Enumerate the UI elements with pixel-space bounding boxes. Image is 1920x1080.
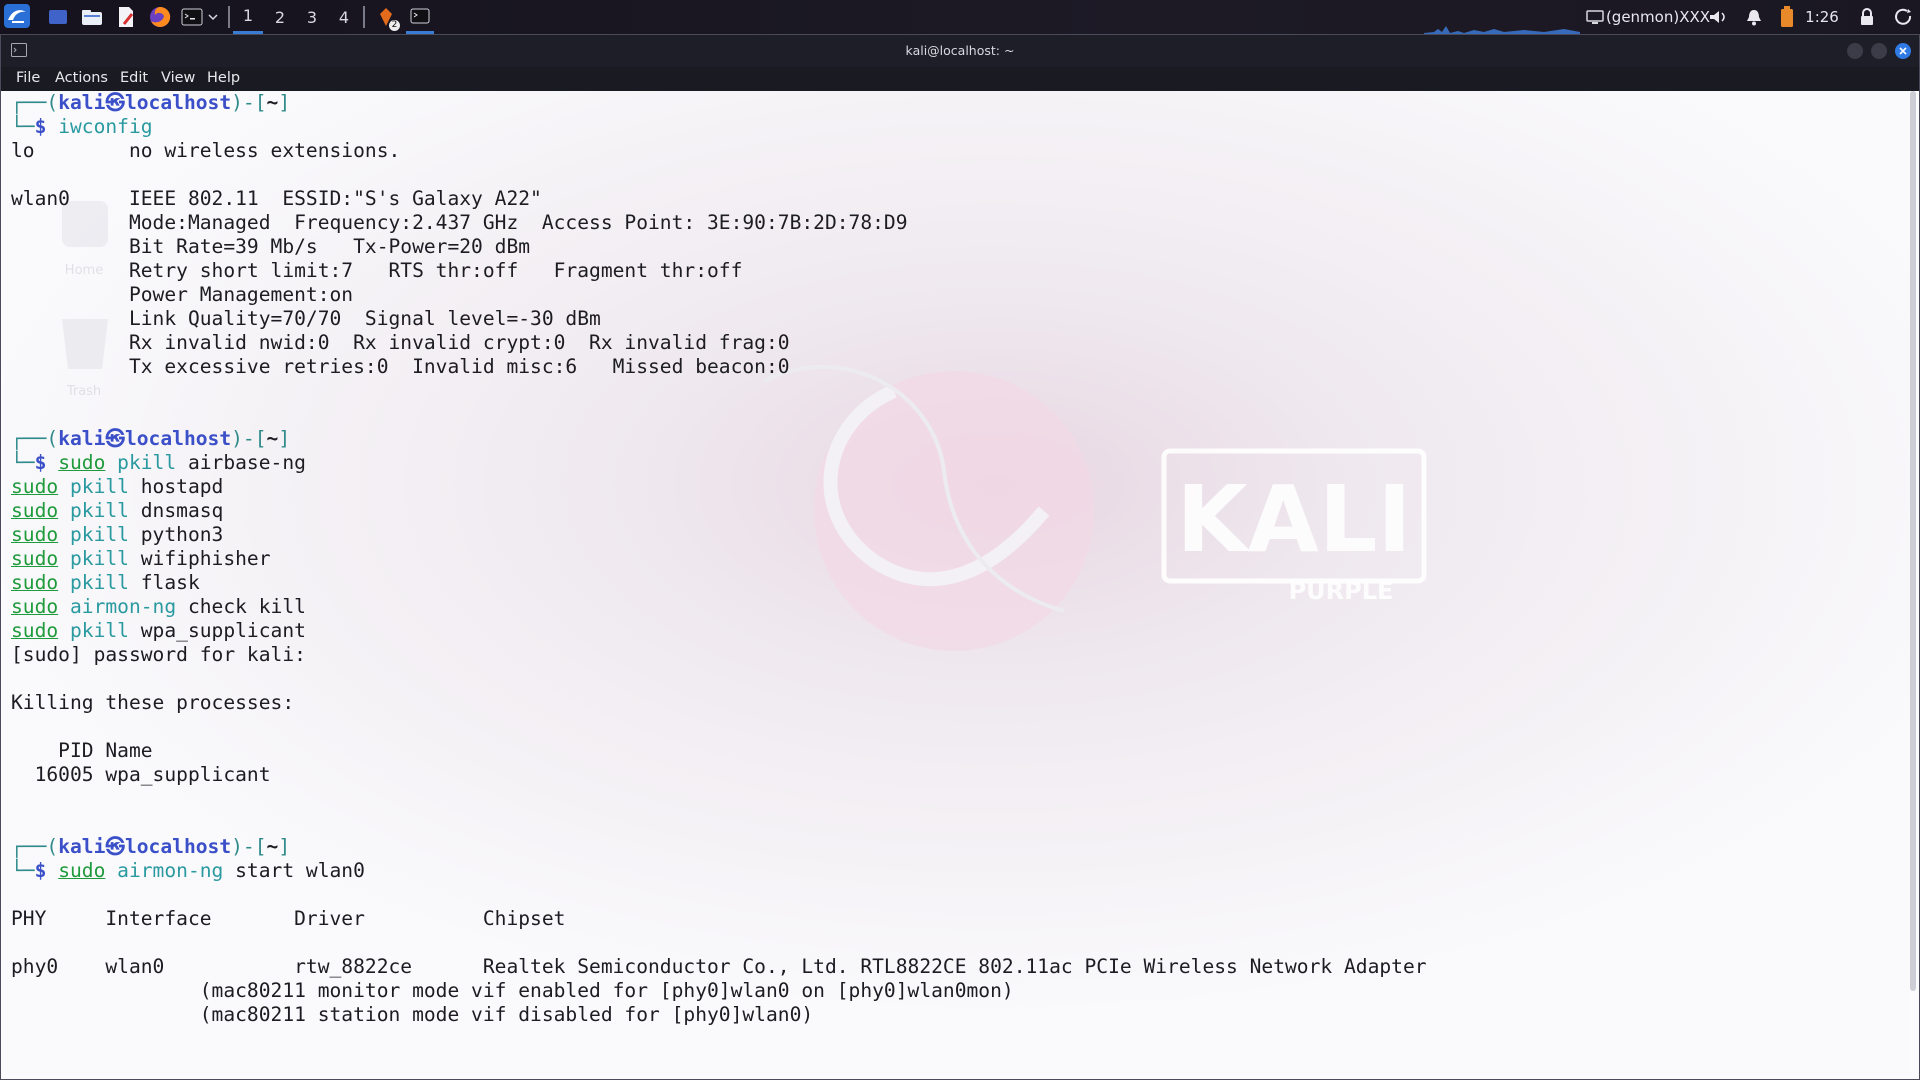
batch-command-line: sudo pkill hostapd xyxy=(11,475,224,498)
batch-command-line: sudo pkill flask xyxy=(11,571,200,594)
output-line: Mode:Managed Frequency:2.437 GHz Access … xyxy=(11,211,908,234)
batch-command-line: sudo pkill wifiphisher xyxy=(11,547,271,570)
kali-logo-text: KALI xyxy=(1176,466,1411,573)
lock-icon[interactable] xyxy=(1856,0,1878,34)
terminal-output[interactable]: KALI PURPLE Home Trash ┌──(kali㉿localhos… xyxy=(4,91,1910,1075)
terminal-window-icon[interactable] xyxy=(406,0,434,34)
output-line: Link Quality=70/70 Signal level=-30 dBm xyxy=(11,307,601,330)
kali-menu-icon[interactable] xyxy=(4,4,30,28)
output-line: phy0 wlan0 rtw_8822ce Realtek Semiconduc… xyxy=(11,955,1427,978)
workspace-4-label: 4 xyxy=(338,7,350,27)
workspace-4[interactable]: 4 xyxy=(329,0,359,34)
text-editor-icon[interactable] xyxy=(114,0,138,34)
workspace-2[interactable]: 2 xyxy=(265,0,295,34)
menu-edit[interactable]: Edit xyxy=(120,70,148,86)
close-button[interactable] xyxy=(1895,43,1911,59)
file-manager-icon[interactable] xyxy=(80,0,104,34)
clock-text: 1:26 xyxy=(1805,8,1839,26)
workspace-3-label: 3 xyxy=(306,7,318,27)
batch-command-line: sudo airmon-ng check kill xyxy=(11,595,306,618)
window-title: kali@localhost: ~ xyxy=(905,43,1015,58)
menu-help[interactable]: Help xyxy=(207,70,240,86)
command-line-3: └─$ sudo airmon-ng start wlan0 xyxy=(11,859,365,882)
menu-bar: File Actions Edit View Help xyxy=(1,67,1919,91)
batch-command-line: sudo pkill dnsmasq xyxy=(11,499,224,522)
battery-icon xyxy=(1776,0,1798,34)
command-line-1: └─$ iwconfig xyxy=(11,115,153,138)
burp-suite-icon[interactable]: 2 xyxy=(374,0,400,34)
output-line: Killing these processes: xyxy=(11,691,295,714)
genmon-text: (genmon)XXX xyxy=(1605,8,1711,26)
output-line: (mac80211 station mode vif disabled for … xyxy=(11,1003,814,1026)
output-line: Rx invalid nwid:0 Rx invalid crypt:0 Rx … xyxy=(11,331,790,354)
firefox-icon[interactable] xyxy=(148,0,172,34)
terminal-window: kali@localhost: ~ File Actions Edit View… xyxy=(0,34,1920,1080)
trash-desktop-label: Trash xyxy=(66,384,101,399)
output-line: [sudo] password for kali: xyxy=(11,643,306,666)
workspace-2-label: 2 xyxy=(274,7,286,27)
task-badge: 2 xyxy=(389,20,400,31)
output-line: Retry short limit:7 RTS thr:off Fragment… xyxy=(11,259,743,282)
workspace-1[interactable]: 1 xyxy=(233,0,263,34)
kali-logo-sub: PURPLE xyxy=(1289,577,1394,605)
notification-bell-icon[interactable] xyxy=(1742,0,1766,34)
output-line: wlan0 IEEE 802.11 ESSID:"S's Galaxy A22" xyxy=(11,187,542,210)
batch-command-line: sudo pkill python3 xyxy=(11,523,224,546)
taskbar: 1 2 3 4 2 (genmon)XXX 1:26 xyxy=(0,0,1920,34)
terminal-scrollbar[interactable] xyxy=(1910,91,1916,991)
display-icon[interactable] xyxy=(1584,0,1606,34)
output-line: Bit Rate=39 Mb/s Tx-Power=20 dBm xyxy=(11,235,531,258)
prompt-line-2: ┌──(kali㉿localhost)-[~] xyxy=(11,427,291,450)
menu-actions[interactable]: Actions xyxy=(55,70,108,86)
terminal-icon[interactable] xyxy=(180,0,204,34)
prompt-line-3: ┌──(kali㉿localhost)-[~] xyxy=(11,835,291,858)
desktop-icon[interactable] xyxy=(46,0,70,34)
genmon-plugin[interactable]: (genmon)XXX xyxy=(1606,0,1710,34)
clock[interactable]: 1:26 xyxy=(1804,0,1840,34)
output-line: (mac80211 monitor mode vif enabled for [… xyxy=(11,979,1014,1002)
menu-file[interactable]: File xyxy=(16,70,40,86)
menu-view[interactable]: View xyxy=(161,70,195,86)
output-line: PHY Interface Driver Chipset xyxy=(11,907,566,930)
output-line: Power Management:on xyxy=(11,283,354,306)
window-titlebar[interactable]: kali@localhost: ~ xyxy=(1,35,1919,67)
network-activity-graph xyxy=(1424,26,1580,34)
batch-command-line: sudo pkill wpa_supplicant xyxy=(11,619,306,642)
workspace-1-label: 1 xyxy=(242,6,254,25)
close-icon xyxy=(1899,47,1907,55)
power-icon[interactable] xyxy=(1892,0,1916,34)
minimize-button[interactable] xyxy=(1847,43,1863,59)
output-line: 16005 wpa_supplicant xyxy=(11,763,271,786)
terminal-dropdown-icon[interactable] xyxy=(206,0,220,34)
workspace-3[interactable]: 3 xyxy=(297,0,327,34)
output-line: PID Name xyxy=(11,739,153,762)
command-line-2: └─$ sudo pkill airbase-ng xyxy=(11,451,306,474)
output-line: Tx excessive retries:0 Invalid misc:6 Mi… xyxy=(11,355,790,378)
maximize-button[interactable] xyxy=(1871,43,1887,59)
volume-icon[interactable] xyxy=(1706,0,1730,34)
prompt-line-1: ┌──(kali㉿localhost)-[~] xyxy=(11,91,291,114)
output-line: lo no wireless extensions. xyxy=(11,139,401,162)
